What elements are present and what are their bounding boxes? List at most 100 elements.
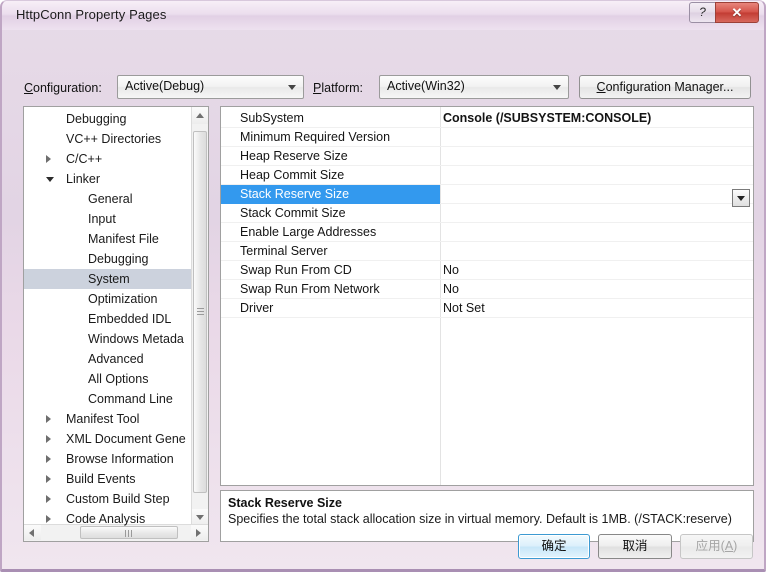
property-row[interactable]: Stack Commit Size <box>221 204 753 223</box>
scroll-left-arrow-icon[interactable] <box>24 525 41 540</box>
property-row[interactable]: SubSystem Console (/SUBSYSTEM:CONSOLE) <box>221 109 753 128</box>
property-grid-panel: SubSystem Console (/SUBSYSTEM:CONSOLE) Min… <box>220 106 754 486</box>
apply-label-pre: 应用( <box>695 539 725 553</box>
tree-item[interactable]: Debugging <box>24 249 194 269</box>
cancel-button[interactable]: 取消 <box>598 534 672 559</box>
tree-item[interactable]: VC++ Directories <box>24 129 194 149</box>
platform-dropdown[interactable]: Active(Win32) <box>379 75 569 99</box>
tree-item[interactable]: Custom Build Step <box>24 489 194 509</box>
tree-item[interactable]: General <box>24 189 194 209</box>
property-row[interactable]: Swap Run From Network No <box>221 280 753 299</box>
property-name: Stack Reserve Size <box>240 187 350 201</box>
tree-vertical-scrollbar[interactable] <box>191 107 208 526</box>
tree-item[interactable]: Manifest File <box>24 229 194 249</box>
tree-item-label: System <box>88 272 130 286</box>
tree-item[interactable]: Input <box>24 209 194 229</box>
property-row[interactable]: Heap Reserve Size <box>221 147 753 166</box>
tree-item-label: Optimization <box>88 292 158 306</box>
property-row[interactable]: Minimum Required Version <box>221 128 753 147</box>
tree-item[interactable]: C/C++ <box>24 149 194 169</box>
tree-vertical-scrollbar-thumb[interactable] <box>193 131 207 493</box>
tree-item-label: Advanced <box>88 352 144 366</box>
tree-item[interactable]: Debugging <box>24 109 194 129</box>
close-icon[interactable]: ✕ <box>715 2 759 23</box>
configuration-manager-accel: C <box>596 80 606 94</box>
tree-item-label: Manifest Tool <box>66 412 140 426</box>
configuration-label-accel: C <box>24 81 34 95</box>
help-icon[interactable]: ? <box>689 2 716 23</box>
apply-button: 应用(A) <box>680 534 753 559</box>
configuration-dropdown[interactable]: Active(Debug) <box>117 75 304 99</box>
tree-item-label: C/C++ <box>66 152 103 166</box>
chevron-right-icon[interactable] <box>46 455 51 463</box>
chevron-right-icon[interactable] <box>46 475 51 483</box>
description-panel: Stack Reserve Size Specifies the total s… <box>220 490 754 542</box>
tree-item[interactable]: XML Document Gene <box>24 429 194 449</box>
scroll-right-arrow-icon[interactable] <box>191 525 208 540</box>
chevron-down-icon[interactable] <box>46 177 54 182</box>
settings-tree-panel: Debugging VC++ Directories C/C++ Linker Gene… <box>23 106 209 542</box>
tree-item[interactable]: Command Line <box>24 389 194 409</box>
tree-item-label: Manifest File <box>88 232 159 246</box>
configuration-label: Configuration: <box>24 81 102 95</box>
tree-item[interactable]: Browse Information <box>24 449 194 469</box>
tree-item-label: Debugging <box>88 252 149 266</box>
property-value-dropdown-button[interactable] <box>732 189 750 207</box>
tree-item[interactable]: Build Events <box>24 469 194 489</box>
tree-item[interactable]: Advanced <box>24 349 194 369</box>
chevron-right-icon[interactable] <box>46 155 51 163</box>
chevron-right-icon[interactable] <box>46 495 51 503</box>
tree-item-label: VC++ Directories <box>66 132 162 146</box>
property-row[interactable]: Swap Run From CD No <box>221 261 753 280</box>
tree-item-label: All Options <box>88 372 149 386</box>
chevron-down-icon <box>737 196 745 201</box>
tree-item-label: Debugging <box>66 112 127 126</box>
tree-horizontal-scrollbar-thumb[interactable] <box>80 526 178 539</box>
chevron-right-icon[interactable] <box>46 415 51 423</box>
property-value[interactable]: No <box>443 261 459 280</box>
tree-item-label: Custom Build Step <box>66 492 170 506</box>
property-name: Enable Large Addresses <box>240 225 377 239</box>
property-row[interactable]: Heap Commit Size <box>221 166 753 185</box>
tree-horizontal-scrollbar[interactable] <box>24 524 208 541</box>
tree-item-label: Browse Information <box>66 452 174 466</box>
tree-item[interactable]: All Options <box>24 369 194 389</box>
property-value[interactable]: No <box>443 280 459 299</box>
property-name: Heap Commit Size <box>240 168 345 182</box>
description-body: Specifies the total stack allocation siz… <box>228 512 732 526</box>
scroll-up-arrow-icon[interactable] <box>192 107 208 124</box>
property-value[interactable]: Console (/SUBSYSTEM:CONSOLE) <box>443 109 651 128</box>
ok-button[interactable]: 确定 <box>518 534 590 559</box>
scrollbar-grip-icon <box>197 308 204 316</box>
property-pages-dialog: HttpConn Property Pages ? ✕ Configuratio… <box>0 0 766 572</box>
tree-item-label: Input <box>88 212 116 226</box>
chevron-right-icon[interactable] <box>46 515 51 523</box>
tree-item[interactable]: Manifest Tool <box>24 409 194 429</box>
tree-item[interactable]: Optimization <box>24 289 194 309</box>
property-row[interactable]: Terminal Server <box>221 242 753 261</box>
property-value[interactable]: Not Set <box>443 299 485 318</box>
property-name: Swap Run From Network <box>240 282 380 296</box>
tree-item[interactable]: System <box>24 269 194 289</box>
configuration-manager-label: onfiguration Manager... <box>605 80 734 94</box>
platform-label-text: latform: <box>321 81 364 95</box>
configuration-value: Active(Debug) <box>125 79 205 93</box>
tree-item-label: XML Document Gene <box>66 432 186 446</box>
tree-item[interactable]: Windows Metada <box>24 329 194 349</box>
apply-label-post: ) <box>733 539 738 553</box>
chevron-down-icon <box>288 85 296 90</box>
property-name: Swap Run From CD <box>240 263 352 277</box>
chevron-right-icon[interactable] <box>46 435 51 443</box>
title-bar: HttpConn Property Pages ? ✕ <box>2 1 764 30</box>
settings-tree: Debugging VC++ Directories C/C++ Linker Gene… <box>24 109 194 529</box>
tree-item[interactable]: Embedded IDL <box>24 309 194 329</box>
description-title: Stack Reserve Size <box>228 496 342 510</box>
property-name: Minimum Required Version <box>240 130 391 144</box>
property-name: SubSystem <box>240 111 304 125</box>
property-row[interactable]: Driver Not Set <box>221 299 753 318</box>
tree-item[interactable]: Linker <box>24 169 194 189</box>
property-row[interactable]: Stack Reserve Size <box>221 185 753 204</box>
configuration-manager-button[interactable]: Configuration Manager... <box>579 75 751 99</box>
property-row[interactable]: Enable Large Addresses <box>221 223 753 242</box>
property-name: Stack Commit Size <box>240 206 346 220</box>
